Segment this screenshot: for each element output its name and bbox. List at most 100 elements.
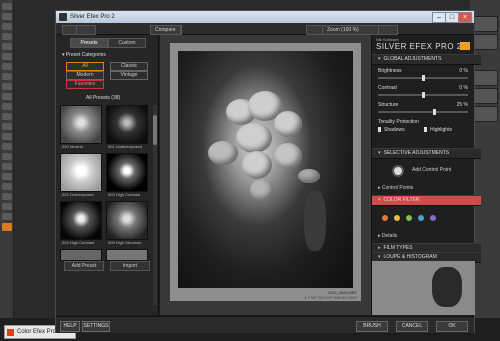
tool-icon[interactable] (2, 153, 12, 160)
color-filter-orange[interactable] (394, 215, 400, 221)
color-filter-header[interactable]: ▾ COLOR FILTER (372, 195, 481, 206)
brush-button[interactable]: BRUSH (356, 321, 388, 332)
preset-categories-heading: ▾ Preset Categories (62, 52, 106, 58)
product-title: SILVER EFEX PRO 2 (376, 42, 462, 51)
preset-thumbnail[interactable] (60, 105, 102, 144)
tool-icon[interactable] (2, 73, 12, 80)
layer-thumbnail[interactable] (474, 70, 498, 86)
tool-icon[interactable] (2, 53, 12, 60)
cancel-button[interactable]: CANCEL (396, 321, 428, 332)
category-all[interactable]: All (66, 62, 104, 71)
tool-icon[interactable] (2, 93, 12, 100)
add-control-point-icon[interactable] (392, 165, 404, 177)
category-favorites[interactable]: Favorites (66, 80, 104, 89)
tool-icon[interactable] (2, 103, 12, 110)
minimize-button[interactable]: – (432, 12, 446, 23)
app-icon (59, 13, 67, 21)
tool-icon[interactable] (2, 193, 12, 200)
add-control-point-label[interactable]: Add Control Point (412, 167, 451, 173)
slider-knob[interactable] (433, 109, 436, 115)
flower-petal (298, 169, 320, 183)
color-filter-red[interactable] (382, 215, 388, 221)
preview-image[interactable] (178, 51, 353, 288)
tool-icon[interactable] (2, 63, 12, 70)
loupe-preview (372, 261, 475, 315)
control-points-heading[interactable]: ▸ Control Points (378, 185, 413, 191)
category-vintage[interactable]: Vintage (110, 71, 148, 80)
maximize-button[interactable]: □ (445, 12, 459, 23)
tool-icon[interactable] (2, 13, 12, 20)
category-classic[interactable]: Classic (110, 62, 148, 71)
preset-thumbnail[interactable] (60, 249, 102, 261)
preview-area: DSC_4444.NEF 4.7 MP 300 DPI NIKON D810 (160, 35, 371, 315)
split-view-icon[interactable] (76, 25, 96, 35)
tool-icon[interactable] (2, 83, 12, 90)
color-filter-green[interactable] (418, 215, 424, 221)
presets-scrollbar[interactable] (153, 105, 157, 305)
flower-petal (250, 179, 274, 201)
zoom-select[interactable]: Zoom (100 %) (322, 25, 382, 35)
settings-button[interactable]: SETTINGS (82, 321, 110, 332)
collapse-arrow-icon: ▾ (378, 254, 381, 260)
close-button[interactable]: × (458, 12, 472, 23)
tool-icon[interactable] (2, 123, 12, 130)
contrast-slider[interactable]: Contrast 0 % (378, 85, 470, 98)
loupe-detail (432, 267, 462, 307)
flower-petal (274, 111, 302, 137)
tool-icon[interactable] (2, 133, 12, 140)
scrollbar-thumb[interactable] (153, 115, 157, 145)
import-button[interactable]: Import (110, 261, 150, 271)
tab-presets[interactable]: Presets (70, 38, 108, 48)
highlights-label: Highlights (430, 127, 452, 133)
category-modern[interactable]: Modern (66, 71, 104, 80)
preset-thumbnail[interactable] (106, 201, 148, 240)
shadows-label: Shadows (384, 127, 405, 133)
tab-custom[interactable]: Custom (108, 38, 146, 48)
layer-thumbnail[interactable] (474, 16, 498, 32)
tool-icon[interactable] (2, 213, 12, 220)
color-filter-yellow[interactable] (406, 215, 412, 221)
layer-thumbnail[interactable] (474, 34, 498, 50)
leaf (304, 191, 326, 251)
tool-icon[interactable] (2, 143, 12, 150)
preset-thumbnail[interactable] (60, 153, 102, 192)
layer-thumbnail[interactable] (474, 106, 498, 122)
tonality-protection: Tonality Protection (378, 119, 419, 125)
slider-track[interactable] (378, 111, 468, 113)
tool-icon[interactable] (2, 173, 12, 180)
tool-icon[interactable] (2, 183, 12, 190)
tool-icon[interactable] (2, 43, 12, 50)
panel-toggle-icon[interactable] (378, 25, 398, 35)
shadows-toggle[interactable] (378, 127, 381, 132)
window-title: Silver Efex Pro 2 (70, 14, 115, 20)
structure-slider[interactable]: Structure 25 % (378, 102, 470, 115)
ok-button[interactable]: OK (436, 321, 468, 332)
collapse-arrow-icon: ▾ (378, 197, 381, 203)
layer-thumbnail[interactable] (474, 88, 498, 104)
tool-icon[interactable] (2, 33, 12, 40)
preset-thumbnail[interactable] (106, 105, 148, 144)
color-filter-blue[interactable] (430, 215, 436, 221)
preset-thumbnail[interactable] (60, 201, 102, 240)
preset-thumbnail[interactable] (106, 153, 148, 192)
global-adjustments-header[interactable]: ▾ GLOBAL ADJUSTMENTS (372, 54, 481, 65)
help-button[interactable]: HELP (60, 321, 80, 332)
slider-knob[interactable] (422, 92, 425, 98)
details-heading[interactable]: ▸ Details (378, 233, 397, 239)
foreground-color-swatch[interactable] (2, 223, 12, 231)
toolbar: Compare Zoom (100 %) (56, 23, 474, 35)
brightness-slider[interactable]: Brightness 0 % (378, 68, 470, 81)
color-filter-purple[interactable] (442, 215, 448, 221)
compare-button[interactable]: Compare (150, 25, 181, 35)
tool-icon[interactable] (2, 163, 12, 170)
tool-icon[interactable] (2, 203, 12, 210)
tool-icon[interactable] (2, 113, 12, 120)
slider-knob[interactable] (422, 75, 425, 81)
tool-icon[interactable] (2, 23, 12, 30)
host-toolbar (0, 0, 14, 341)
preset-thumbnail[interactable] (106, 249, 148, 261)
tool-icon[interactable] (2, 3, 12, 10)
highlights-toggle[interactable] (424, 127, 427, 132)
add-preset-button[interactable]: Add Preset (64, 261, 104, 271)
selective-adjustments-header[interactable]: ▾ SELECTIVE ADJUSTMENTS (372, 148, 481, 159)
